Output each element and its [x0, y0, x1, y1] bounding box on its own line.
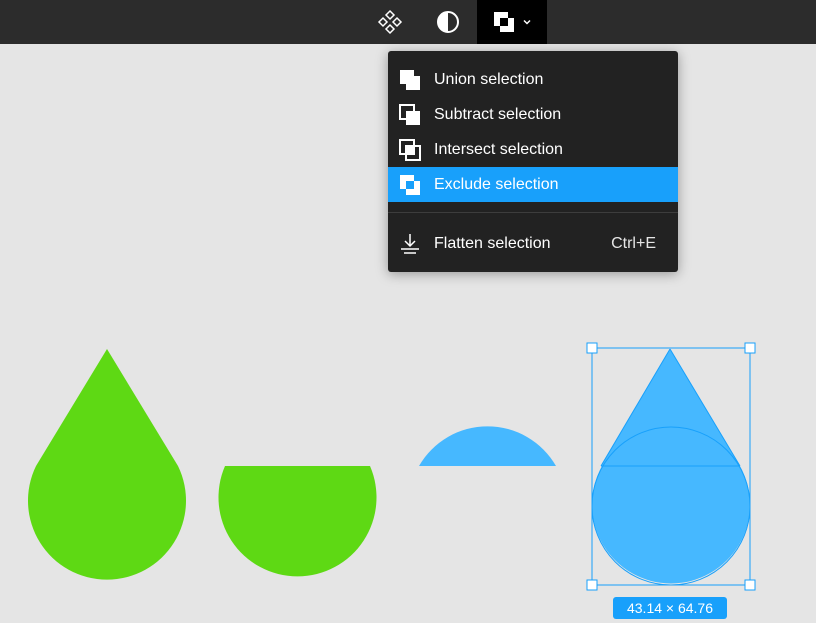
menu-item-label: Subtract selection [434, 105, 562, 123]
green-droplet-shape[interactable] [28, 349, 187, 580]
resize-handle-top-left [586, 342, 598, 354]
subtract-icon [398, 103, 422, 127]
menu-divider [388, 212, 678, 213]
union-icon [398, 68, 422, 92]
intersect-icon [398, 138, 422, 162]
menu-item-label: Intersect selection [434, 140, 563, 158]
components-icon[interactable] [374, 0, 406, 44]
menu-item-union-selection[interactable]: Union selection [388, 62, 678, 97]
resize-handle-top-right [744, 342, 756, 354]
mask-icon[interactable] [432, 0, 464, 44]
chevron-down-icon [523, 19, 531, 25]
blue-exclude-shape[interactable] [591, 348, 751, 586]
resize-handle-bottom-right [744, 579, 756, 591]
selection-size-badge: 43.14 × 64.76 [613, 597, 727, 619]
flatten-icon [398, 232, 422, 256]
boolean-operations-menu: Union selection Subtract selection Inter… [388, 51, 678, 272]
menu-item-label: Union selection [434, 70, 544, 88]
menu-item-intersect-selection[interactable]: Intersect selection [388, 132, 678, 167]
menu-item-exclude-selection[interactable]: Exclude selection [388, 167, 678, 202]
exclude-icon [398, 173, 422, 197]
boolean-exclude-icon [494, 12, 514, 32]
blue-dome-shape[interactable] [419, 426, 556, 466]
green-bowl-shape[interactable] [218, 466, 377, 577]
menu-item-label: Flatten selection [434, 234, 551, 252]
menu-item-subtract-selection[interactable]: Subtract selection [388, 97, 678, 132]
menu-item-flatten-selection[interactable]: Flatten selection Ctrl+E [388, 226, 678, 261]
menu-item-shortcut: Ctrl+E [611, 234, 656, 252]
menu-item-label: Exclude selection [434, 175, 559, 193]
top-toolbar [0, 0, 816, 44]
boolean-operations-button[interactable] [477, 0, 547, 44]
resize-handle-bottom-left [586, 579, 598, 591]
